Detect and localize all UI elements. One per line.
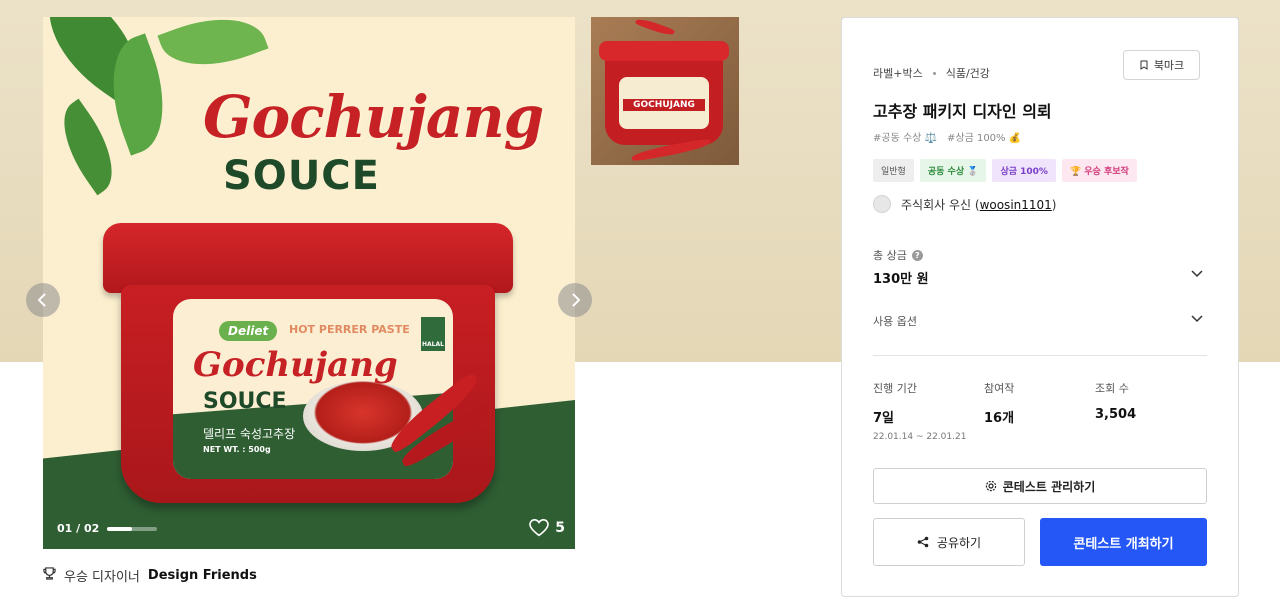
counter-separator: /	[76, 522, 81, 535]
prize-label: 총 상금	[873, 249, 907, 262]
stat-date-range: 22.01.14 ~ 22.01.21	[873, 432, 967, 442]
breadcrumb-separator	[932, 71, 936, 75]
bookmark-label: 북마크	[1153, 59, 1185, 72]
chevron-down-icon	[1191, 315, 1203, 323]
stat-label: 진행 기간	[873, 382, 917, 395]
share-label: 공유하기	[936, 535, 982, 550]
prize-expand-toggle[interactable]	[1191, 270, 1203, 278]
prize-label-row: 총 상금 ?	[873, 247, 923, 263]
counter-total: 02	[84, 522, 100, 535]
hashtag[interactable]: #상금 100% 💰	[947, 129, 1021, 144]
tub-lid	[103, 223, 513, 293]
host-company: 주식회사 우신 (woosin1101)	[873, 195, 1056, 213]
company-id-link[interactable]: woosin1101	[980, 198, 1052, 212]
badge-joint-award: 공동 수상 🥈	[919, 159, 987, 182]
counter-current: 01	[57, 522, 73, 535]
image-progress-fill	[107, 526, 133, 531]
label-script: Gochujang	[193, 345, 398, 385]
company-name: 주식회사 우신	[901, 197, 972, 212]
stat-value: 16개	[984, 411, 1015, 426]
divider	[873, 355, 1207, 356]
stat-period: 진행 기간 7일 22.01.14 ~ 22.01.21	[873, 380, 966, 442]
label-subtitle: HOT PERRER PASTE	[289, 323, 410, 336]
headline-word: SOUCE	[223, 153, 380, 199]
badge-type: 일반형	[873, 159, 914, 182]
chevron-down-icon	[1191, 270, 1203, 278]
heart-icon	[529, 519, 550, 537]
halal-badge: HALAL	[421, 317, 445, 351]
label-korean-name: 델리프 숙성고추장	[203, 427, 296, 441]
hashtag-list: #공동 수상 ⚖️ #상금 100% 💰	[873, 129, 1021, 144]
leaf-decoration	[157, 17, 269, 83]
thumb-label-text: GOCHUJANG	[623, 99, 705, 111]
contest-title: 고추장 패키지 디자인 의뢰	[873, 102, 1052, 121]
breadcrumb-category[interactable]: 라벨+박스	[873, 65, 923, 81]
image-thumbnail[interactable]: GOCHUJANG	[591, 17, 739, 165]
trophy-icon	[43, 567, 56, 584]
chevron-left-icon	[37, 293, 46, 307]
image-counter: 01 / 02	[57, 522, 158, 535]
avatar	[873, 195, 891, 213]
stat-value: 7일	[873, 411, 895, 426]
like-count: 5	[555, 520, 565, 536]
label-net-weight: NET WT. : 500g	[203, 445, 271, 454]
stat-entries: 참여작 16개	[984, 380, 1014, 426]
breadcrumb-subcategory[interactable]: 식품/건강	[946, 65, 990, 81]
gear-icon	[985, 480, 996, 492]
prev-image-button[interactable]	[26, 283, 60, 317]
label-word: SOUCE	[203, 389, 287, 414]
options-label: 사용 옵션	[873, 315, 917, 328]
stat-label: 참여작	[984, 382, 1015, 395]
brand-logo: Deliet	[219, 321, 278, 341]
manage-contest-label: 콘테스트 관리하기	[1002, 479, 1096, 494]
bookmark-button[interactable]: 북마크	[1123, 50, 1200, 80]
manage-contest-button[interactable]: 콘테스트 관리하기	[873, 468, 1207, 504]
prize-value: 130만 원	[873, 272, 929, 287]
bookmark-icon	[1140, 60, 1148, 70]
stat-label: 조회 수	[1095, 382, 1129, 395]
chili-pepper	[634, 17, 676, 38]
badge-prize-full: 상금 100%	[992, 159, 1056, 182]
options-expand-toggle[interactable]	[1191, 315, 1203, 323]
host-contest-button[interactable]: 콘테스트 개최하기	[1040, 518, 1207, 566]
designer-prefix: 우승 디자이너	[64, 570, 140, 585]
help-icon[interactable]: ?	[911, 249, 923, 261]
winner-designer: 우승 디자이너 Design Friends	[43, 566, 257, 585]
stat-value: 3,504	[1095, 407, 1137, 422]
next-image-button[interactable]	[558, 283, 592, 317]
badge-candidate: 🏆 우승 후보작	[1061, 159, 1137, 182]
headline-script: Gochujang	[203, 83, 544, 151]
image-progress-bar	[107, 526, 158, 531]
share-icon	[917, 536, 929, 548]
breadcrumb: 라벨+박스 식품/건강	[873, 65, 990, 81]
stat-views: 조회 수 3,504	[1095, 380, 1136, 422]
badge-list: 일반형 공동 수상 🥈 상금 100% 🏆 우승 후보작	[873, 159, 1137, 182]
share-button[interactable]: 공유하기	[873, 518, 1025, 566]
designer-name[interactable]: Design Friends	[148, 568, 257, 583]
chevron-right-icon	[572, 293, 581, 307]
contest-info-panel: 북마크 라벨+박스 식품/건강 고추장 패키지 디자인 의뢰 #공동 수상 ⚖️…	[841, 17, 1239, 597]
thumb-lid	[599, 41, 729, 61]
hashtag[interactable]: #공동 수상 ⚖️	[873, 129, 937, 144]
main-product-image[interactable]: Gochujang SOUCE Deliet HOT PERRER PASTE …	[43, 17, 575, 549]
like-button[interactable]: 5	[529, 519, 565, 537]
